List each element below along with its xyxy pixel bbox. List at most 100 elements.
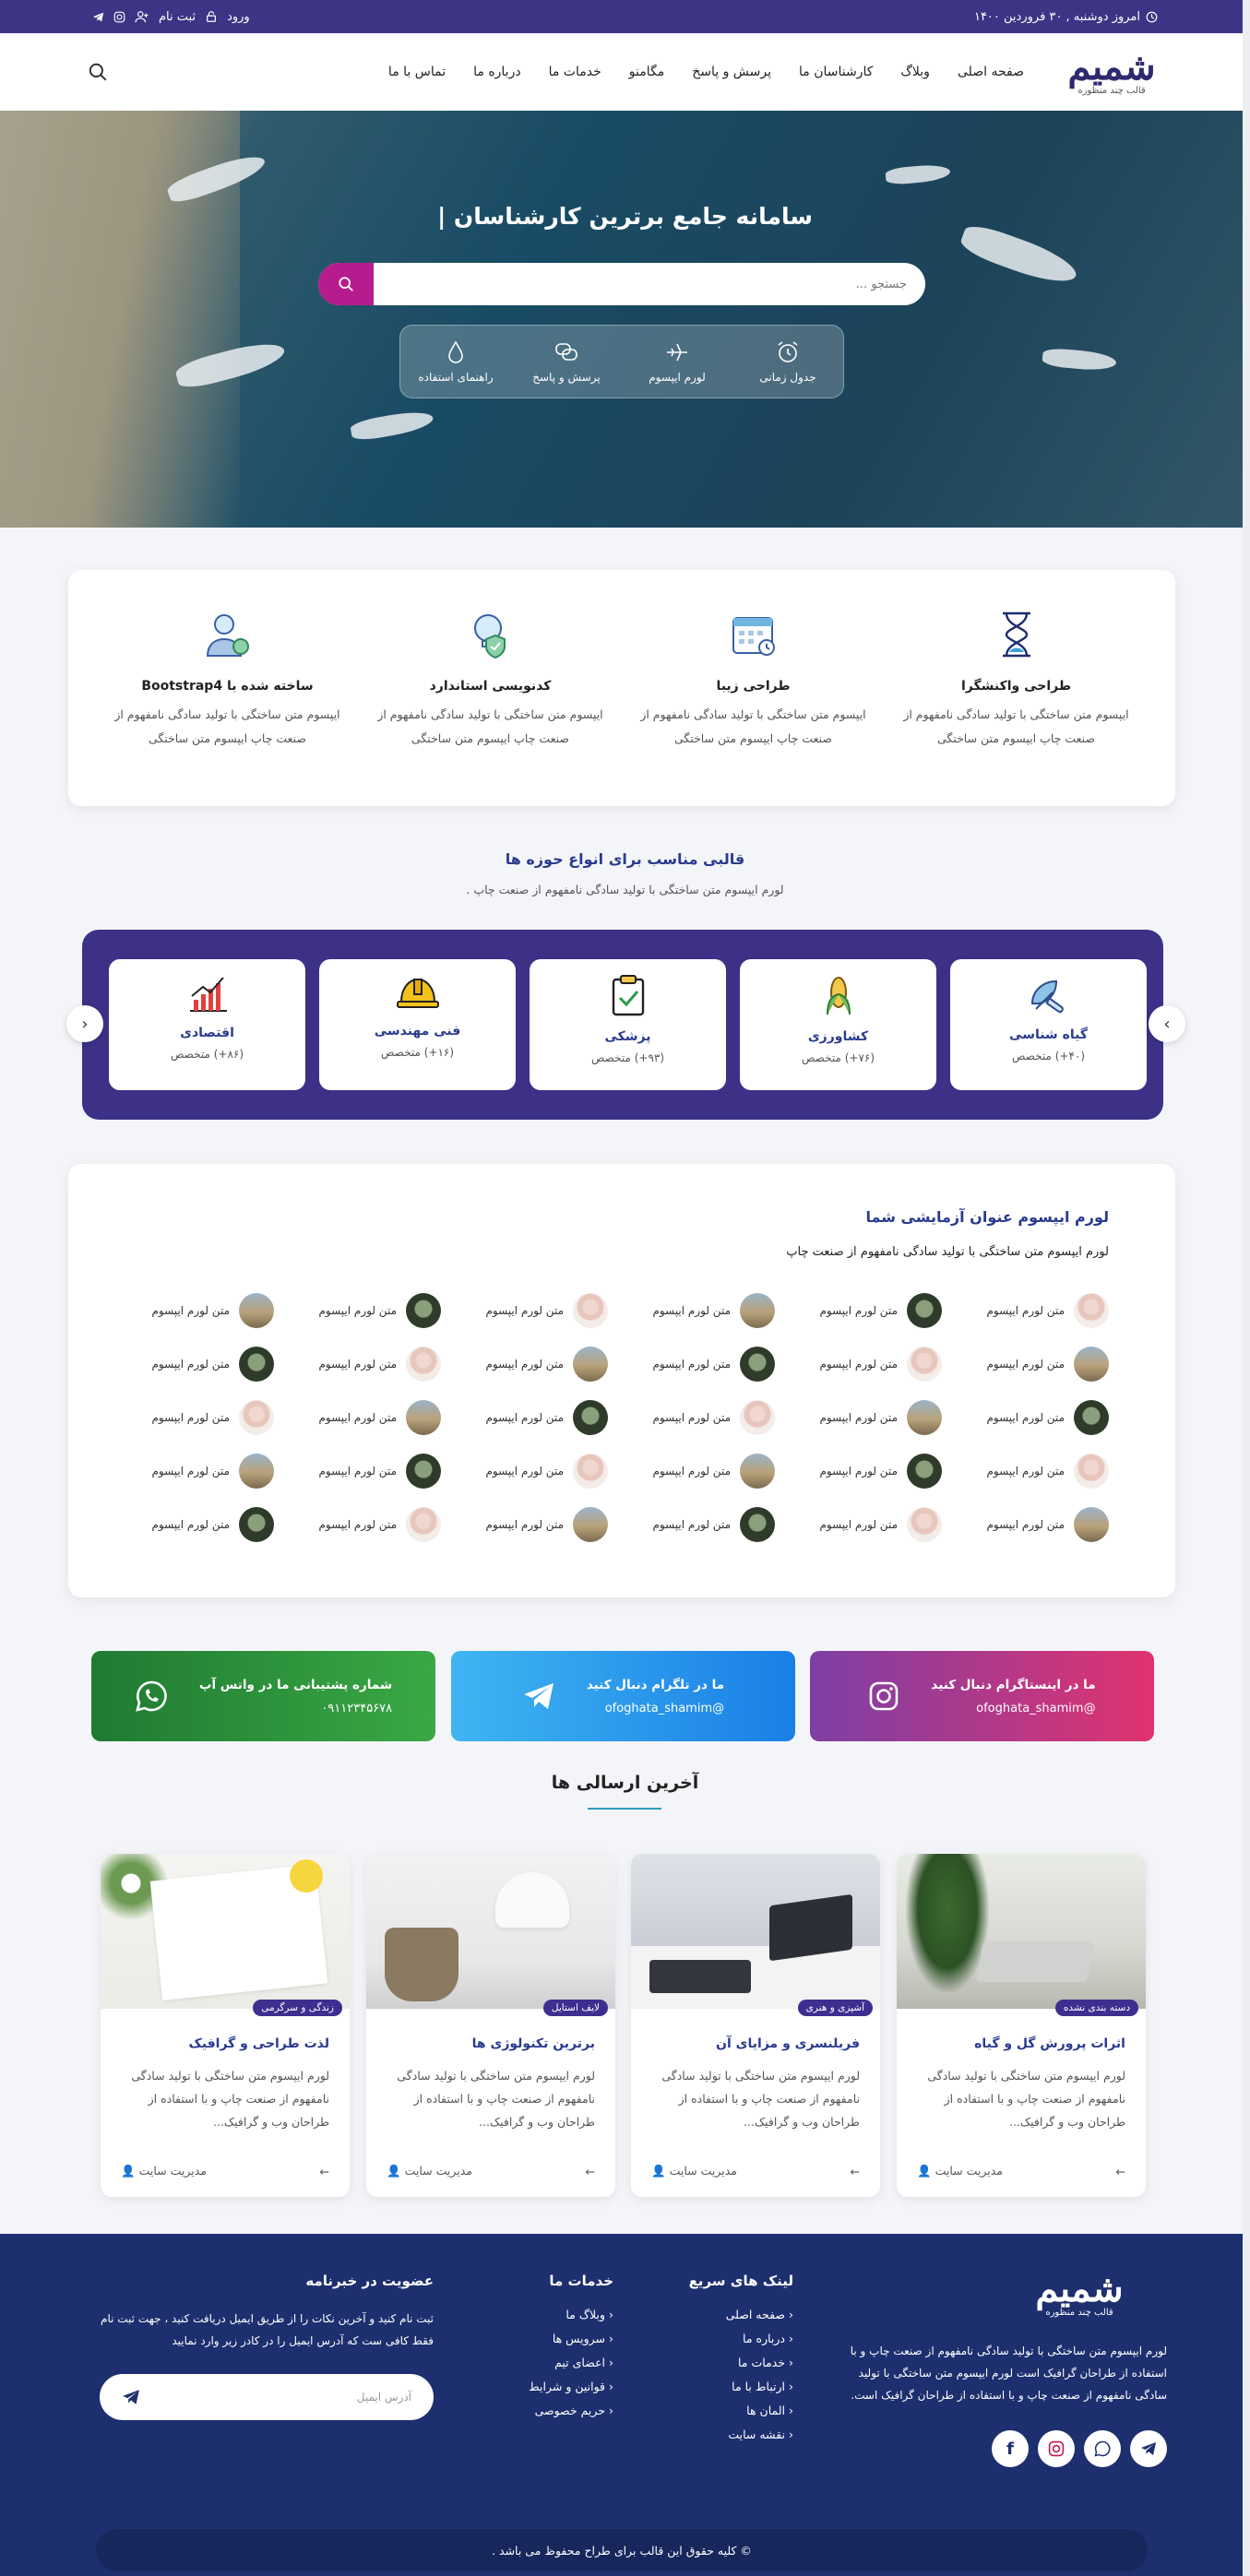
- grid-item[interactable]: متن لورم ایپسوم: [151, 1507, 274, 1542]
- avatar: [406, 1293, 441, 1328]
- grid-item[interactable]: متن لورم ایپسوم: [485, 1454, 608, 1489]
- post-card[interactable]: لایف استایل برترین تکنولوژی ها لورم ایپس…: [366, 1854, 615, 2197]
- footer-link[interactable]: خدمات ما: [673, 2356, 793, 2369]
- grid-item[interactable]: متن لورم ایپسوم: [151, 1347, 274, 1382]
- post-author: مدیریت سایت 👤: [917, 2164, 1003, 2178]
- arrow-left-icon[interactable]: ←: [1116, 2165, 1125, 2178]
- grid-item[interactable]: متن لورم ایپسوم: [986, 1400, 1109, 1435]
- quick-link-faq[interactable]: پرسش و پاسخ: [516, 339, 617, 384]
- grid-item-label: متن لورم ایپسوم: [819, 1518, 898, 1531]
- grid-item[interactable]: متن لورم ایپسوم: [151, 1400, 274, 1435]
- category-card-engineering[interactable]: فنی مهندسی (۱۶+) متخصص: [319, 959, 516, 1090]
- instagram-icon[interactable]: [1038, 2430, 1075, 2467]
- telegram-icon[interactable]: [92, 11, 104, 23]
- post-title[interactable]: لذت طراحی و گرافیک: [121, 2036, 329, 2051]
- footer-link[interactable]: وبلاگ ما: [503, 2308, 613, 2321]
- social-title: ما در تلگرام دنبال کنید: [586, 1677, 725, 1692]
- post-card[interactable]: آشپزی و هنری فریلنسری و مزایای آن لورم ا…: [631, 1854, 880, 2197]
- newsletter-email-field[interactable]: آدرس ایمیل: [100, 2374, 434, 2420]
- category-card-botany[interactable]: گیاه شناسی (۴۰+) متخصص: [950, 959, 1147, 1090]
- footer-link[interactable]: المان ها: [673, 2404, 793, 2417]
- category-card-agriculture[interactable]: کشاورزی (۷۶+) متخصص: [740, 959, 936, 1090]
- footer-link[interactable]: قوانین و شرایط: [503, 2380, 613, 2393]
- register-link[interactable]: ثبت نام: [159, 10, 196, 24]
- post-category-badge[interactable]: زندگی و سرگرمی: [253, 2000, 342, 2016]
- grid-item[interactable]: متن لورم ایپسوم: [986, 1454, 1109, 1489]
- post-card[interactable]: زندگی و سرگرمی لذت طراحی و گرافیک لورم ا…: [101, 1854, 350, 2197]
- post-category-badge[interactable]: دسته بندی نشده: [1054, 2000, 1138, 2016]
- grid-item[interactable]: متن لورم ایپسوم: [151, 1454, 274, 1489]
- page-scrollbar[interactable]: [1243, 0, 1250, 2576]
- grid-item[interactable]: متن لورم ایپسوم: [652, 1454, 775, 1489]
- footer-logo[interactable]: شمیم قالب چند منظوره: [1029, 2271, 1130, 2319]
- menu-item-about[interactable]: درباره ما: [473, 65, 520, 79]
- grid-item[interactable]: متن لورم ایپسوم: [485, 1507, 608, 1542]
- menu-item-experts[interactable]: کارشناسان ما: [799, 65, 873, 79]
- grid-item[interactable]: متن لورم ایپسوم: [652, 1347, 775, 1382]
- menu-item-megamenu[interactable]: مگامنو: [629, 65, 664, 79]
- footer-link[interactable]: صفحه اصلی: [673, 2308, 793, 2321]
- grid-item[interactable]: متن لورم ایپسوم: [318, 1293, 441, 1328]
- send-icon[interactable]: [122, 2389, 140, 2405]
- post-title[interactable]: برترین تکنولوژی ها: [387, 2036, 595, 2051]
- site-logo[interactable]: شمیم قالب چند منظوره: [1061, 48, 1162, 96]
- grid-item[interactable]: متن لورم ایپسوم: [151, 1293, 274, 1328]
- carousel-next-button[interactable]: ›: [1149, 1005, 1185, 1042]
- telegram-icon[interactable]: [1130, 2430, 1167, 2467]
- quick-link-lorem[interactable]: لورم ایپسوم: [626, 339, 728, 384]
- post-category-badge[interactable]: آشپزی و هنری: [797, 2000, 873, 2016]
- search-icon[interactable]: [88, 62, 108, 82]
- whatsapp-icon[interactable]: [1084, 2430, 1121, 2467]
- category-card-economic[interactable]: اقتصادی (۸۶+) متخصص: [109, 959, 305, 1090]
- hero-search-button[interactable]: [318, 263, 374, 305]
- carousel-prev-button[interactable]: ‹: [66, 1005, 103, 1042]
- telegram-card[interactable]: ما در تلگرام دنبال کنید @ofoghata_shamim: [451, 1651, 795, 1741]
- quick-link-guide[interactable]: راهنمای استفاده: [405, 339, 506, 384]
- grid-item[interactable]: متن لورم ایپسوم: [986, 1347, 1109, 1382]
- footer-link[interactable]: درباره ما: [673, 2332, 793, 2345]
- menu-item-faq[interactable]: پرسش و پاسخ: [692, 65, 771, 79]
- grid-item[interactable]: متن لورم ایپسوم: [986, 1293, 1109, 1328]
- post-title[interactable]: فریلنسری و مزایای آن: [651, 2036, 860, 2051]
- post-card[interactable]: دسته بندی نشده اثرات پرورش گل و گیاه لور…: [897, 1854, 1146, 2197]
- menu-item-home[interactable]: صفحه اصلی: [958, 65, 1024, 79]
- menu-item-contact[interactable]: تماس با ما: [388, 65, 446, 79]
- footer-link[interactable]: سرویس ها: [503, 2332, 613, 2345]
- grid-item[interactable]: متن لورم ایپسوم: [318, 1454, 441, 1489]
- grid-item[interactable]: متن لورم ایپسوم: [485, 1400, 608, 1435]
- grid-item[interactable]: متن لورم ایپسوم: [986, 1507, 1109, 1542]
- login-link[interactable]: ورود: [227, 10, 250, 24]
- category-card-medical[interactable]: پزشکی (۹۳+) متخصص: [530, 959, 726, 1090]
- grid-item[interactable]: متن لورم ایپسوم: [819, 1507, 942, 1542]
- facebook-icon[interactable]: f: [992, 2430, 1029, 2467]
- quick-link-timeline[interactable]: جدول زمانی: [737, 339, 839, 384]
- grid-item[interactable]: متن لورم ایپسوم: [652, 1400, 775, 1435]
- footer-link[interactable]: ارتباط با ما: [673, 2380, 793, 2393]
- grid-item[interactable]: متن لورم ایپسوم: [819, 1293, 942, 1328]
- grid-item[interactable]: متن لورم ایپسوم: [318, 1347, 441, 1382]
- grid-item[interactable]: متن لورم ایپسوم: [819, 1454, 942, 1489]
- footer-link[interactable]: اعضای تیم: [503, 2356, 613, 2369]
- grid-item[interactable]: متن لورم ایپسوم: [485, 1293, 608, 1328]
- grid-item[interactable]: متن لورم ایپسوم: [652, 1507, 775, 1542]
- menu-item-blog[interactable]: وبلاگ: [900, 65, 930, 79]
- instagram-card[interactable]: ما در اینستاگرام دنبال کنید @ofoghata_sh…: [810, 1651, 1154, 1741]
- post-title[interactable]: اثرات پرورش گل و گیاه: [917, 2036, 1125, 2051]
- grid-item[interactable]: متن لورم ایپسوم: [819, 1347, 942, 1382]
- whatsapp-card[interactable]: شماره پشتیبانی ما در واتس آپ ۰۹۱۱۲۳۴۵۶۷۸: [91, 1651, 435, 1741]
- footer-link[interactable]: حریم خصوصی: [503, 2404, 613, 2417]
- grid-item[interactable]: متن لورم ایپسوم: [819, 1400, 942, 1435]
- laptop-shape: [976, 1941, 1094, 1982]
- menu-item-services[interactable]: خدمات ما: [549, 65, 601, 79]
- grid-item[interactable]: متن لورم ایپسوم: [652, 1293, 775, 1328]
- hero-search-input[interactable]: [374, 263, 925, 305]
- arrow-left-icon[interactable]: ←: [320, 2165, 329, 2178]
- grid-item[interactable]: متن لورم ایپسوم: [318, 1507, 441, 1542]
- arrow-left-icon[interactable]: ←: [851, 2165, 860, 2178]
- grid-item[interactable]: متن لورم ایپسوم: [318, 1400, 441, 1435]
- post-category-badge[interactable]: لایف استایل: [542, 2000, 608, 2016]
- footer-link[interactable]: نقشه سایت: [673, 2428, 793, 2441]
- grid-item[interactable]: متن لورم ایپسوم: [485, 1347, 608, 1382]
- arrow-left-icon[interactable]: ←: [586, 2165, 595, 2178]
- instagram-icon[interactable]: [113, 11, 125, 23]
